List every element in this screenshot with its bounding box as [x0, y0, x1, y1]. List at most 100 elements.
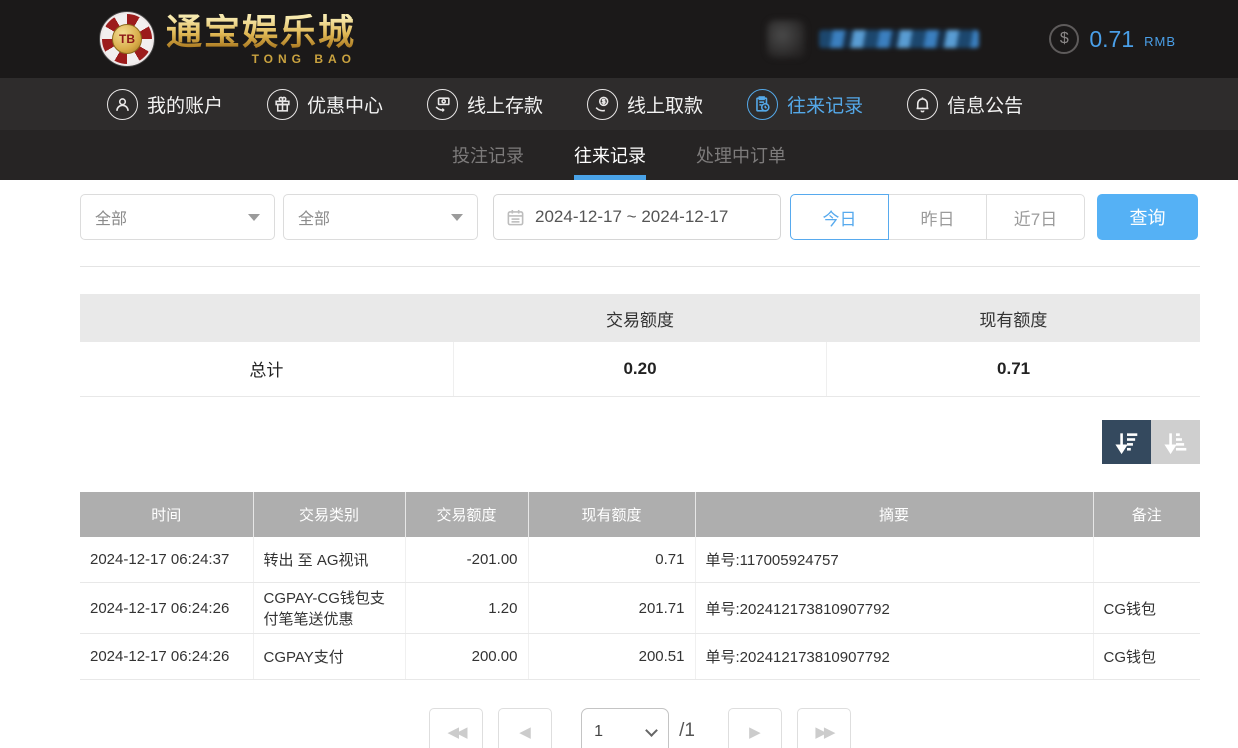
nav-item-my-account[interactable]: 我的账户 — [107, 89, 223, 120]
cell-type: 转出 至 AG视讯 — [253, 537, 405, 583]
dollar-icon: $ — [1049, 24, 1079, 54]
cell-balance: 201.71 — [528, 583, 695, 634]
nav-item-transaction-records[interactable]: 往来记录 — [747, 89, 863, 120]
chip-tb-label: TB — [112, 24, 142, 54]
prev-page-button[interactable]: ◀ — [498, 708, 552, 748]
double-left-arrow-icon: ◀◀ — [448, 723, 465, 741]
poker-chip-icon: TB — [100, 12, 154, 66]
section-divider — [80, 266, 1200, 267]
cell-amount: 1.20 — [405, 583, 528, 634]
username-censored[interactable] — [819, 30, 979, 48]
svg-text:$: $ — [602, 98, 606, 105]
chevron-down-icon — [248, 214, 260, 221]
yesterday-button[interactable]: 昨日 — [888, 194, 987, 240]
summary-current-amount: 0.71 — [827, 342, 1200, 396]
last-7-days-button[interactable]: 近7日 — [986, 194, 1085, 240]
header-balance: 现有额度 — [528, 492, 695, 537]
double-right-arrow-icon: ▶▶ — [815, 723, 832, 741]
summary-total-label: 总计 — [80, 342, 453, 396]
site-logo[interactable]: TB 通宝娱乐城 TONG BAO — [100, 12, 356, 66]
summary-table: 交易额度 现有额度 总计 0.20 0.71 — [80, 294, 1200, 397]
site-title: 通宝娱乐城 — [166, 14, 356, 50]
user-icon — [107, 89, 138, 120]
first-page-button[interactable]: ◀◀ — [429, 708, 483, 748]
header-note: 备注 — [1093, 492, 1200, 537]
sort-asc-icon — [1163, 429, 1189, 455]
nav-item-withdraw[interactable]: $ 线上取款 — [587, 89, 703, 120]
nav-item-promotions[interactable]: 优惠中心 — [267, 89, 383, 120]
table-row: 2024-12-17 06:24:37 转出 至 AG视讯 -201.00 0.… — [80, 537, 1200, 583]
left-arrow-icon: ◀ — [519, 723, 531, 741]
transactions-table: 时间 交易类别 交易额度 现有额度 摘要 备注 2024-12-17 06:24… — [80, 492, 1200, 681]
cell-balance: 0.71 — [528, 537, 695, 583]
tab-betting-records[interactable]: 投注记录 — [452, 130, 524, 180]
search-button[interactable]: 查询 — [1097, 194, 1198, 240]
today-button[interactable]: 今日 — [790, 194, 889, 240]
last-page-button[interactable]: ▶▶ — [797, 708, 851, 748]
cell-summary: 单号:117005924757 — [695, 537, 1093, 583]
balance-display[interactable]: $ 0.71 RMB — [1049, 24, 1176, 54]
nav-label: 往来记录 — [787, 91, 863, 118]
nav-item-announcements[interactable]: 信息公告 — [907, 89, 1023, 120]
nav-label: 信息公告 — [947, 91, 1023, 118]
table-row: 2024-12-17 06:24:26 CGPAY支付 200.00 200.5… — [80, 634, 1200, 680]
summary-total-row: 总计 0.20 0.71 — [80, 342, 1200, 396]
withdraw-icon: $ — [587, 89, 618, 120]
tab-transaction-records[interactable]: 往来记录 — [574, 130, 646, 180]
cell-note: CG钱包 — [1093, 583, 1200, 634]
records-icon — [747, 89, 778, 120]
tab-pending-orders[interactable]: 处理中订单 — [696, 130, 786, 180]
date-range-picker[interactable]: 2024-12-17 ~ 2024-12-17 — [493, 194, 781, 240]
page-total: /1 — [679, 720, 695, 742]
sort-descending-button[interactable] — [1102, 420, 1151, 464]
cell-time: 2024-12-17 06:24:26 — [80, 583, 253, 634]
summary-transaction-amount: 0.20 — [453, 342, 826, 396]
date-range-value: 2024-12-17 ~ 2024-12-17 — [535, 207, 728, 227]
nav-label: 优惠中心 — [307, 91, 383, 118]
page-select-value: 1 — [594, 723, 603, 741]
right-arrow-icon: ▶ — [749, 723, 761, 741]
cell-type: CGPAY-CG钱包支付笔笔送优惠 — [253, 583, 405, 634]
cell-time: 2024-12-17 06:24:26 — [80, 634, 253, 680]
pagination: ◀◀ ◀ 1 /1 ▶ ▶▶ — [80, 708, 1200, 748]
main-nav: 我的账户 优惠中心 线上存款 $ 线上取款 — [0, 78, 1238, 130]
cell-note: CG钱包 — [1093, 634, 1200, 680]
summary-header-transaction-amount: 交易额度 — [453, 294, 826, 342]
summary-header-empty — [80, 294, 453, 342]
table-row: 2024-12-17 06:24:26 CGPAY-CG钱包支付笔笔送优惠 1.… — [80, 583, 1200, 634]
category-dropdown-2[interactable]: 全部 — [283, 194, 478, 240]
sort-ascending-button[interactable] — [1151, 420, 1200, 464]
header-summary: 摘要 — [695, 492, 1093, 537]
category-dropdown-1[interactable]: 全部 — [80, 194, 275, 240]
bell-icon — [907, 89, 938, 120]
deposit-icon — [427, 89, 458, 120]
dropdown-value: 全部 — [298, 205, 330, 229]
sort-desc-icon — [1114, 429, 1140, 455]
summary-header-current-amount: 现有额度 — [827, 294, 1200, 342]
summary-header-row: 交易额度 现有额度 — [80, 294, 1200, 342]
gift-icon — [267, 89, 298, 120]
filter-row: 全部 全部 2024-12-17 ~ 2024-12-17 今日 昨日 近7日 … — [80, 194, 1200, 240]
next-page-button[interactable]: ▶ — [728, 708, 782, 748]
quick-date-buttons: 今日 昨日 近7日 — [790, 194, 1085, 240]
cell-type: CGPAY支付 — [253, 634, 405, 680]
cell-time: 2024-12-17 06:24:37 — [80, 537, 253, 583]
calendar-icon — [506, 208, 525, 227]
chevron-down-icon — [645, 724, 658, 737]
table-header-row: 时间 交易类别 交易额度 现有额度 摘要 备注 — [80, 492, 1200, 537]
balance-currency: RMB — [1144, 34, 1176, 49]
avatar[interactable] — [767, 20, 805, 58]
page-select[interactable]: 1 — [581, 708, 669, 748]
cell-note — [1093, 537, 1200, 583]
nav-item-deposit[interactable]: 线上存款 — [427, 89, 543, 120]
cell-balance: 200.51 — [528, 634, 695, 680]
site-subtitle: TONG BAO — [166, 53, 356, 65]
record-tabs: 投注记录 往来记录 处理中订单 — [0, 130, 1238, 180]
header-amount: 交易额度 — [405, 492, 528, 537]
header-type: 交易类别 — [253, 492, 405, 537]
balance-amount: 0.71 — [1089, 26, 1134, 53]
dropdown-value: 全部 — [95, 205, 127, 229]
cell-summary: 单号:202412173810907792 — [695, 583, 1093, 634]
sort-controls — [80, 420, 1200, 464]
content-area: 全部 全部 2024-12-17 ~ 2024-12-17 今日 昨日 近7日 … — [80, 194, 1200, 748]
